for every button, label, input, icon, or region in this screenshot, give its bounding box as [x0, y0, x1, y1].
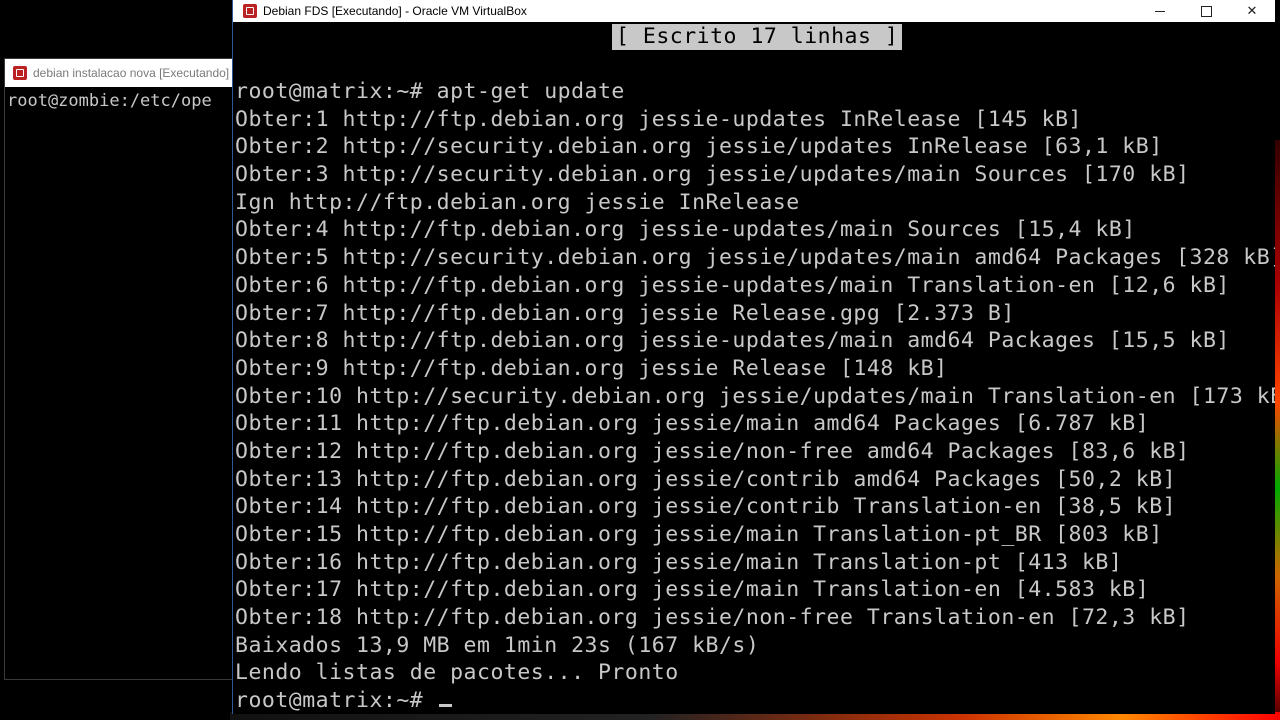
- window-title: Debian FDS [Executando] - Oracle VM Virt…: [263, 4, 527, 18]
- terminal-line: Obter:18 http://ftp.debian.org jessie/no…: [235, 605, 1190, 631]
- terminal-line: Obter:14 http://ftp.debian.org jessie/co…: [235, 494, 1177, 520]
- terminal-line: root@matrix:~# apt-get update: [235, 79, 625, 104]
- main-vm-window[interactable]: Debian FDS [Executando] - Oracle VM Virt…: [232, 0, 1275, 714]
- terminal-line: Obter:12 http://ftp.debian.org jessie/no…: [235, 438, 1190, 464]
- terminal-line: Lendo listas de pacotes... Pronto: [235, 660, 679, 686]
- terminal-prompt-line[interactable]: root@matrix:~#: [235, 687, 1275, 715]
- terminal-output: root@matrix:~# apt-get update Obter:1 htt…: [235, 78, 1275, 687]
- terminal-line: Obter:2 http://security.debian.org jessi…: [235, 134, 1163, 160]
- terminal-line: Obter:6 http://ftp.debian.org jessie-upd…: [235, 272, 1230, 298]
- terminal-line: Obter:17 http://ftp.debian.org jessie/ma…: [235, 577, 1150, 603]
- maximize-button[interactable]: [1183, 0, 1229, 22]
- background-vm-titlebar[interactable]: debian instalacao nova [Executando]: [5, 59, 237, 87]
- terminal-line: Obter:9 http://ftp.debian.org jessie Rel…: [235, 355, 948, 381]
- terminal-prompt: root@matrix:~#: [235, 688, 424, 714]
- terminal-line: Obter:4 http://ftp.debian.org jessie-upd…: [235, 217, 1136, 243]
- virtualbox-icon: [13, 66, 27, 80]
- main-vm-titlebar[interactable]: Debian FDS [Executando] - Oracle VM Virt…: [233, 0, 1275, 22]
- minimize-icon: [1155, 10, 1165, 12]
- terminal-line: Obter:16 http://ftp.debian.org jessie/ma…: [235, 549, 1123, 575]
- minimize-button[interactable]: [1137, 0, 1183, 22]
- terminal-line: Obter:15 http://ftp.debian.org jessie/ma…: [235, 522, 1163, 547]
- editor-status-message: [ Escrito 17 linhas ]: [612, 24, 903, 50]
- background-vm-title: debian instalacao nova [Executando]: [33, 66, 230, 80]
- terminal-line: Obter:11 http://ftp.debian.org jessie/ma…: [235, 411, 1150, 437]
- window-controls: ✕: [1137, 0, 1275, 22]
- terminal-line: Obter:3 http://security.debian.org jessi…: [235, 162, 1190, 188]
- text-cursor: [438, 704, 452, 708]
- terminal-line: Obter:13 http://ftp.debian.org jessie/co…: [235, 466, 1177, 492]
- maximize-icon: [1200, 5, 1212, 17]
- terminal-line: Obter:10 http://security.debian.org jess…: [235, 383, 1275, 409]
- background-terminal-line: root@zombie:/etc/ope: [7, 91, 212, 111]
- terminal-line: Ign http://ftp.debian.org jessie InRelea…: [235, 189, 800, 215]
- terminal-line: Obter:8 http://ftp.debian.org jessie-upd…: [235, 328, 1230, 354]
- terminal-screen[interactable]: [ Escrito 17 linhas ] root@matrix:~# apt…: [235, 22, 1275, 714]
- terminal-line: Obter:5 http://security.debian.org jessi…: [235, 245, 1275, 271]
- close-button[interactable]: ✕: [1229, 0, 1275, 22]
- background-vm-window[interactable]: debian instalacao nova [Executando] root…: [4, 58, 238, 680]
- terminal-line: Obter:7 http://ftp.debian.org jessie Rel…: [235, 300, 1015, 326]
- terminal-line: Baixados 13,9 MB em 1min 23s (167 kB/s): [235, 632, 760, 658]
- close-icon: ✕: [1246, 3, 1258, 19]
- virtualbox-icon: [243, 4, 257, 18]
- status-row: [ Escrito 17 linhas ]: [235, 22, 1275, 50]
- terminal-line: Obter:1 http://ftp.debian.org jessie-upd…: [235, 106, 1082, 132]
